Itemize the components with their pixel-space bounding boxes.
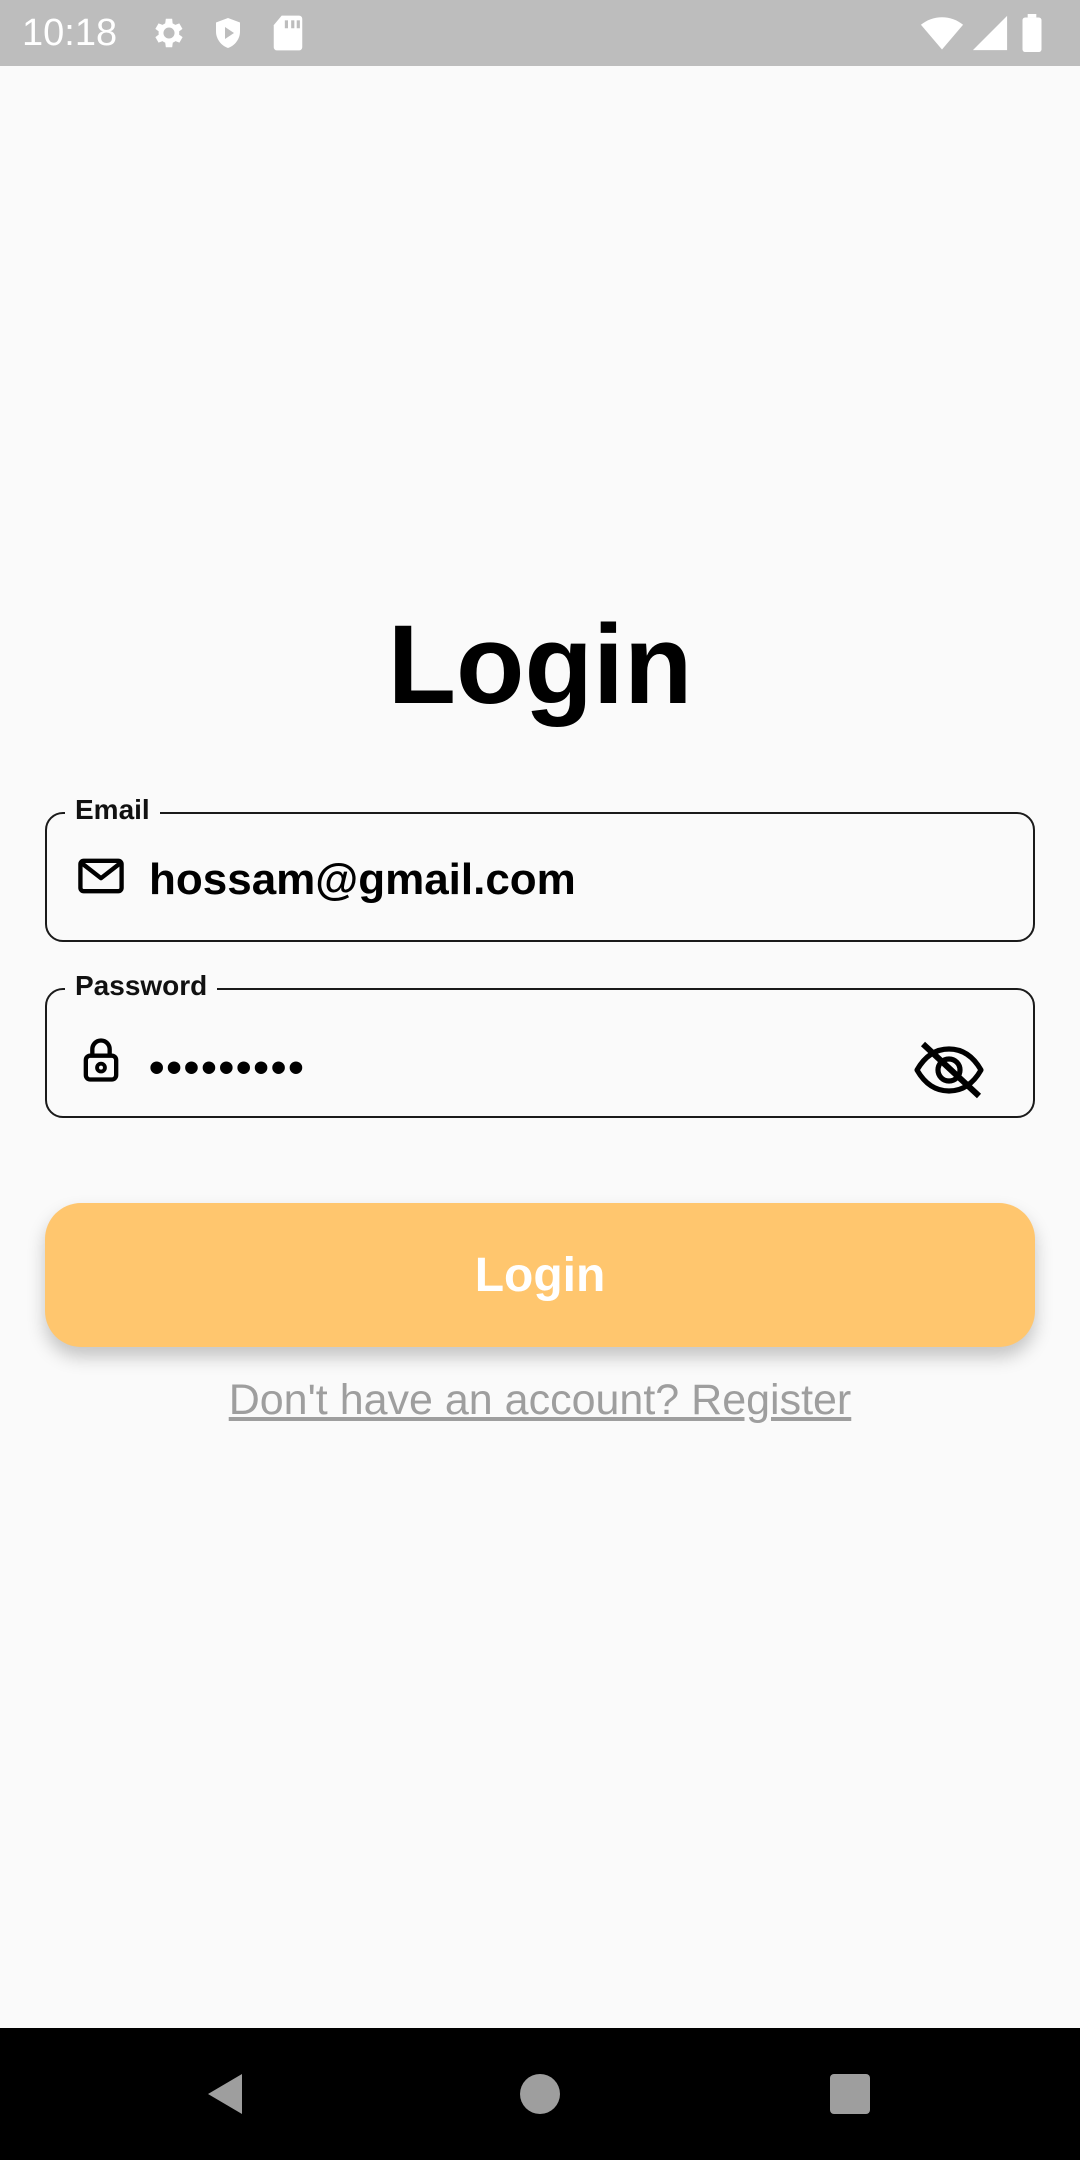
status-time: 10:18 [22,12,118,54]
login-button-label: Login [474,1248,606,1302]
sd-card-icon [273,15,303,51]
email-field[interactable]: Email hossam@gmail.com [45,790,1035,942]
page-title: Login [387,602,693,727]
recents-icon[interactable] [826,2070,874,2118]
email-field-label: Email [65,790,160,830]
email-input[interactable]: hossam@gmail.com [149,854,576,906]
navigation-bar [0,2028,1080,2160]
password-field[interactable]: Password ••••••••• [45,966,1035,1118]
shield-play-icon [216,18,240,48]
status-right-icons [920,14,1060,52]
mail-icon [78,858,124,894]
eye-off-icon[interactable] [913,1040,985,1100]
back-icon[interactable] [202,2070,250,2118]
status-bar: 10:18 [0,0,1080,66]
login-screen: 10:18 Login Email hossam@gmail.com Passw… [0,0,1080,2160]
lock-icon [83,1038,119,1082]
password-input[interactable]: ••••••••• [149,1042,306,1094]
password-field-label: Password [65,966,218,1006]
signal-icon [972,15,1008,51]
battery-icon [1022,14,1042,52]
login-button[interactable]: Login [45,1203,1035,1347]
register-link[interactable]: Don't have an account? Register [0,1370,1080,1430]
settings-icon [155,18,183,48]
wifi-icon [920,17,964,50]
home-icon[interactable] [516,2070,564,2118]
